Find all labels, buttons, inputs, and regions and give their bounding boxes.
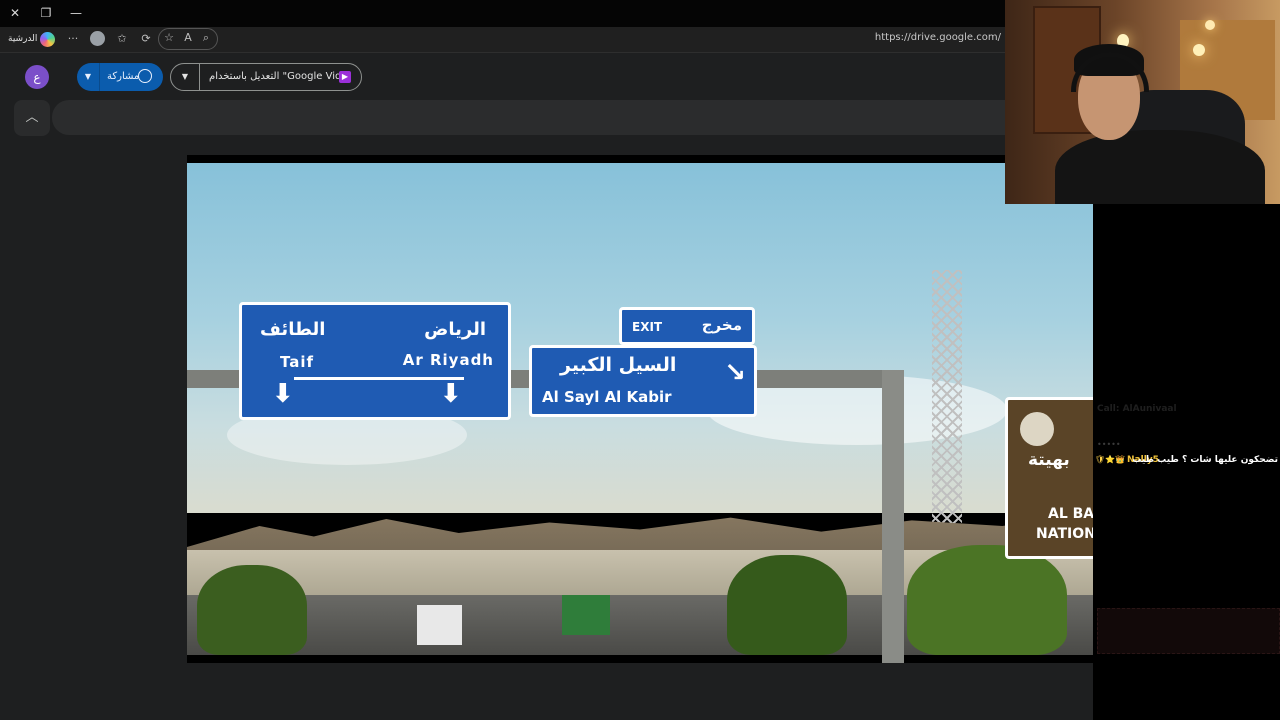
sign-exit-arabic: مخرج (701, 316, 742, 334)
video-truck (562, 595, 610, 635)
read-aloud-icon[interactable]: A (181, 31, 195, 45)
down-arrow-icon: ⬇ (272, 379, 294, 409)
road-sign-brown: بهيتة AL BA NATION (1005, 397, 1093, 559)
chat-panel: Call: AlAunivaal ••••• 🛡⭐👑 Nally5 تضحكون… (1093, 204, 1280, 720)
open-with-dropdown-icon[interactable]: ▼ (171, 64, 200, 90)
copilot-icon[interactable] (40, 32, 55, 47)
video-player[interactable]: الرياض الطائف Ar Riyadh Taif ⬇ ⬇ EXIT مخ… (187, 155, 1093, 663)
address-actions: ☆ A ⌕ (158, 28, 218, 50)
chat-alert-box (1097, 608, 1280, 654)
video-tree (907, 545, 1067, 655)
profile-avatar-icon[interactable] (90, 31, 105, 46)
more-icon[interactable]: ··· (66, 32, 80, 46)
chat-faded-message: Call: AlAunivaal (1097, 404, 1177, 414)
collections-icon[interactable]: ✩ (115, 32, 129, 46)
chat-separator: ••••• (1097, 440, 1121, 449)
globe-icon (138, 69, 152, 83)
open-with-vids-button[interactable]: ▼ التعديل باستخدام "Google Vids" ▶ (170, 63, 362, 91)
zoom-icon[interactable]: ⌕ (199, 31, 213, 45)
streamer-body (1055, 130, 1265, 204)
share-dropdown-icon[interactable]: ▼ (77, 63, 100, 91)
minimize-icon[interactable]: — (66, 4, 86, 22)
webcam-overlay (1005, 0, 1280, 204)
down-arrow-icon: ⬇ (440, 379, 462, 409)
open-with-label: التعديل باستخدام "Google Vids" (209, 71, 352, 82)
diagonal-arrow-icon: ↘ (724, 358, 746, 388)
close-icon[interactable]: ✕ (5, 4, 25, 22)
video-radio-tower (932, 270, 962, 550)
road-sign-riyadh-taif: الرياض الطائف Ar Riyadh Taif ⬇ ⬇ (239, 302, 511, 420)
sign-gantry-pole (882, 370, 904, 663)
chat-badges-icon: 🛡⭐👑 (1095, 455, 1126, 464)
user-avatar[interactable]: ع (25, 65, 49, 89)
sign-taif-english: Taif (280, 353, 315, 371)
sign-taif-arabic: الطائف (260, 319, 326, 340)
sign-brown-english: NATION (1036, 526, 1093, 542)
sync-icon[interactable]: ⟳ (139, 32, 153, 46)
address-url[interactable]: https://drive.google.com/ (875, 32, 1001, 43)
preview-toolbar (52, 100, 1005, 135)
sign-brown-arabic: بهيتة (1028, 450, 1070, 470)
road-sign-al-sayl: السيل الكبير Al Sayl Al Kabir ↘ (529, 345, 757, 417)
collapse-chevron-icon[interactable]: ︿ (14, 100, 50, 136)
chat-message-text: تضحكون عليها شات ؟ طيب طيب (1132, 455, 1278, 465)
sign-riyadh-arabic: الرياض (424, 319, 486, 340)
sign-sayl-arabic: السيل الكبير (560, 354, 677, 376)
sign-divider (294, 377, 464, 380)
webcam-lamp (1205, 20, 1215, 30)
video-tree (727, 555, 847, 655)
video-vehicle (417, 605, 462, 645)
sign-emblem-icon (1020, 412, 1054, 446)
profile-label[interactable]: الدرشية (8, 34, 37, 44)
browser-toolbar: الدرشية ··· ✩ ⟳ ☆ A ⌕ https://drive.goog… (0, 27, 1005, 53)
chat-message: 🛡⭐👑 Nally5 تضحكون عليها شات ؟ طيب طيب (1093, 454, 1280, 468)
sign-sayl-english: Al Sayl Al Kabir (542, 388, 672, 406)
sign-exit-english: EXIT (632, 320, 663, 334)
favorites-icon[interactable]: ☆ (162, 31, 176, 45)
webcam-lamp (1193, 44, 1205, 56)
road-sign-exit: EXIT مخرج (619, 307, 755, 345)
video-tree (197, 565, 307, 655)
restore-icon[interactable]: ❐ (36, 4, 56, 22)
sign-riyadh-english: Ar Riyadh (402, 351, 494, 369)
share-label: مشاركة (107, 71, 140, 82)
sign-brown-english: AL BA (1048, 506, 1093, 522)
vids-icon: ▶ (339, 71, 351, 83)
share-button[interactable]: ▼ مشاركة (77, 63, 163, 91)
